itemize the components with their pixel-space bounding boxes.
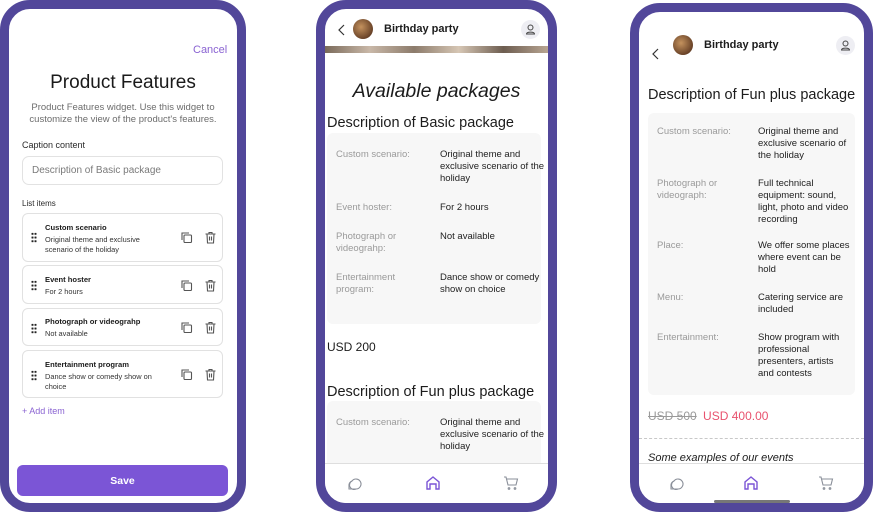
price: USD 500 USD 400.00 [648,409,768,423]
banner-image [325,46,548,53]
row-label: Custom scenario: [336,149,410,160]
row-label: Custom scenario: [657,126,731,137]
row-value: Catering service are included [758,292,844,315]
item-title: Custom scenario [45,223,107,232]
avatar [353,19,373,39]
save-button[interactable]: Save [17,465,228,496]
profile-button[interactable] [521,20,540,39]
row-value: Not available [440,231,495,242]
list-item[interactable]: Event hoster For 2 hours [22,265,223,304]
user-icon [525,24,536,35]
fun-package-title: Description of Fun plus package [648,87,856,103]
chat-icon[interactable] [668,475,684,491]
bottom-nav [325,463,548,503]
copy-icon[interactable] [180,368,193,381]
trash-icon[interactable] [204,321,217,334]
item-text: Original theme and exclusive scenario of… [45,235,140,254]
trash-icon[interactable] [204,279,217,292]
caption-input[interactable]: Description of Basic package [22,156,223,185]
row-label: Photograph or videograhp: [336,231,397,254]
basic-package-card: Custom scenario: Original theme and excl… [327,133,544,324]
copy-icon[interactable] [180,231,193,244]
add-item-button[interactable]: + Add item [22,406,65,416]
home-icon[interactable] [425,475,441,491]
basic-price: USD 200 [327,340,376,354]
user-icon [840,40,851,51]
row-label: Place: [657,240,684,251]
header-title: Birthday party [384,23,459,35]
item-title: Entertainment program [45,360,129,369]
list-item[interactable]: Entertainment program Dance show or come… [22,350,223,398]
item-text: Dance show or comedy show on choice [45,372,152,391]
row-value: Show program with professional presenter… [758,332,840,379]
preview-phone-2: Birthday party Description of Fun plus p… [630,3,873,512]
drag-handle-icon[interactable] [31,370,37,381]
avatar [673,35,693,55]
item-text: For 2 hours [45,287,83,296]
caption-label: Caption content [22,140,86,150]
home-icon[interactable] [743,475,759,491]
row-value: We offer some places where event can be … [758,240,850,275]
fun-package-card: Custom scenario: Original theme and excl… [648,113,855,395]
editor-phone: Cancel Product Features Product Features… [0,0,246,512]
trash-icon[interactable] [204,368,217,381]
copy-icon[interactable] [180,321,193,334]
sale-price: USD 400.00 [703,409,769,423]
page-title: Product Features [50,72,196,93]
header-title: Birthday party [704,39,779,51]
row-label: Photograph or videograph: [657,178,718,201]
row-label: Custom scenario: [336,417,410,428]
row-label: Menu: [657,292,684,303]
list-item[interactable]: Custom scenario Original theme and exclu… [22,213,223,262]
basic-package-title: Description of Basic package [327,115,514,131]
row-value: Dance show or comedy show on choice [440,272,540,295]
cancel-button[interactable]: Cancel [193,44,227,56]
trash-icon[interactable] [204,231,217,244]
home-indicator [714,500,790,503]
packages-heading: Available packages [352,80,521,102]
row-label: Event hoster: [336,202,392,213]
row-value: Original theme and exclusive scenario of… [758,126,847,161]
old-price: USD 500 [648,409,697,423]
row-value: For 2 hours [440,202,489,213]
copy-icon[interactable] [180,279,193,292]
chat-icon[interactable] [346,475,362,491]
item-title: Photograph or videograhp [45,317,141,326]
divider [639,438,864,439]
item-text: Not available [45,329,88,338]
profile-button[interactable] [836,36,855,55]
preview-phone-1: Birthday party Available packages Descri… [316,0,557,512]
bottom-nav [639,463,864,503]
drag-handle-icon[interactable] [31,280,37,291]
drag-handle-icon[interactable] [31,232,37,243]
back-icon[interactable] [337,24,347,36]
row-value: Original theme and exclusive scenario of… [440,417,545,452]
cart-icon[interactable] [818,475,834,491]
list-items-label: List items [22,199,56,208]
row-value: Full technical equipment: sound, light, … [758,178,849,225]
drag-handle-icon[interactable] [31,323,37,334]
item-title: Event hoster [45,275,91,284]
page-description: Product Features widget. Use this widget… [29,102,217,125]
row-value: Original theme and exclusive scenario of… [440,149,545,184]
cart-icon[interactable] [503,475,519,491]
fun-package-title: Description of Fun plus package [327,384,535,400]
row-label: Entertainment: [657,332,719,343]
row-label: Entertainment program: [336,272,396,295]
list-item[interactable]: Photograph or videograhp Not available [22,308,223,346]
back-icon[interactable] [651,48,661,60]
